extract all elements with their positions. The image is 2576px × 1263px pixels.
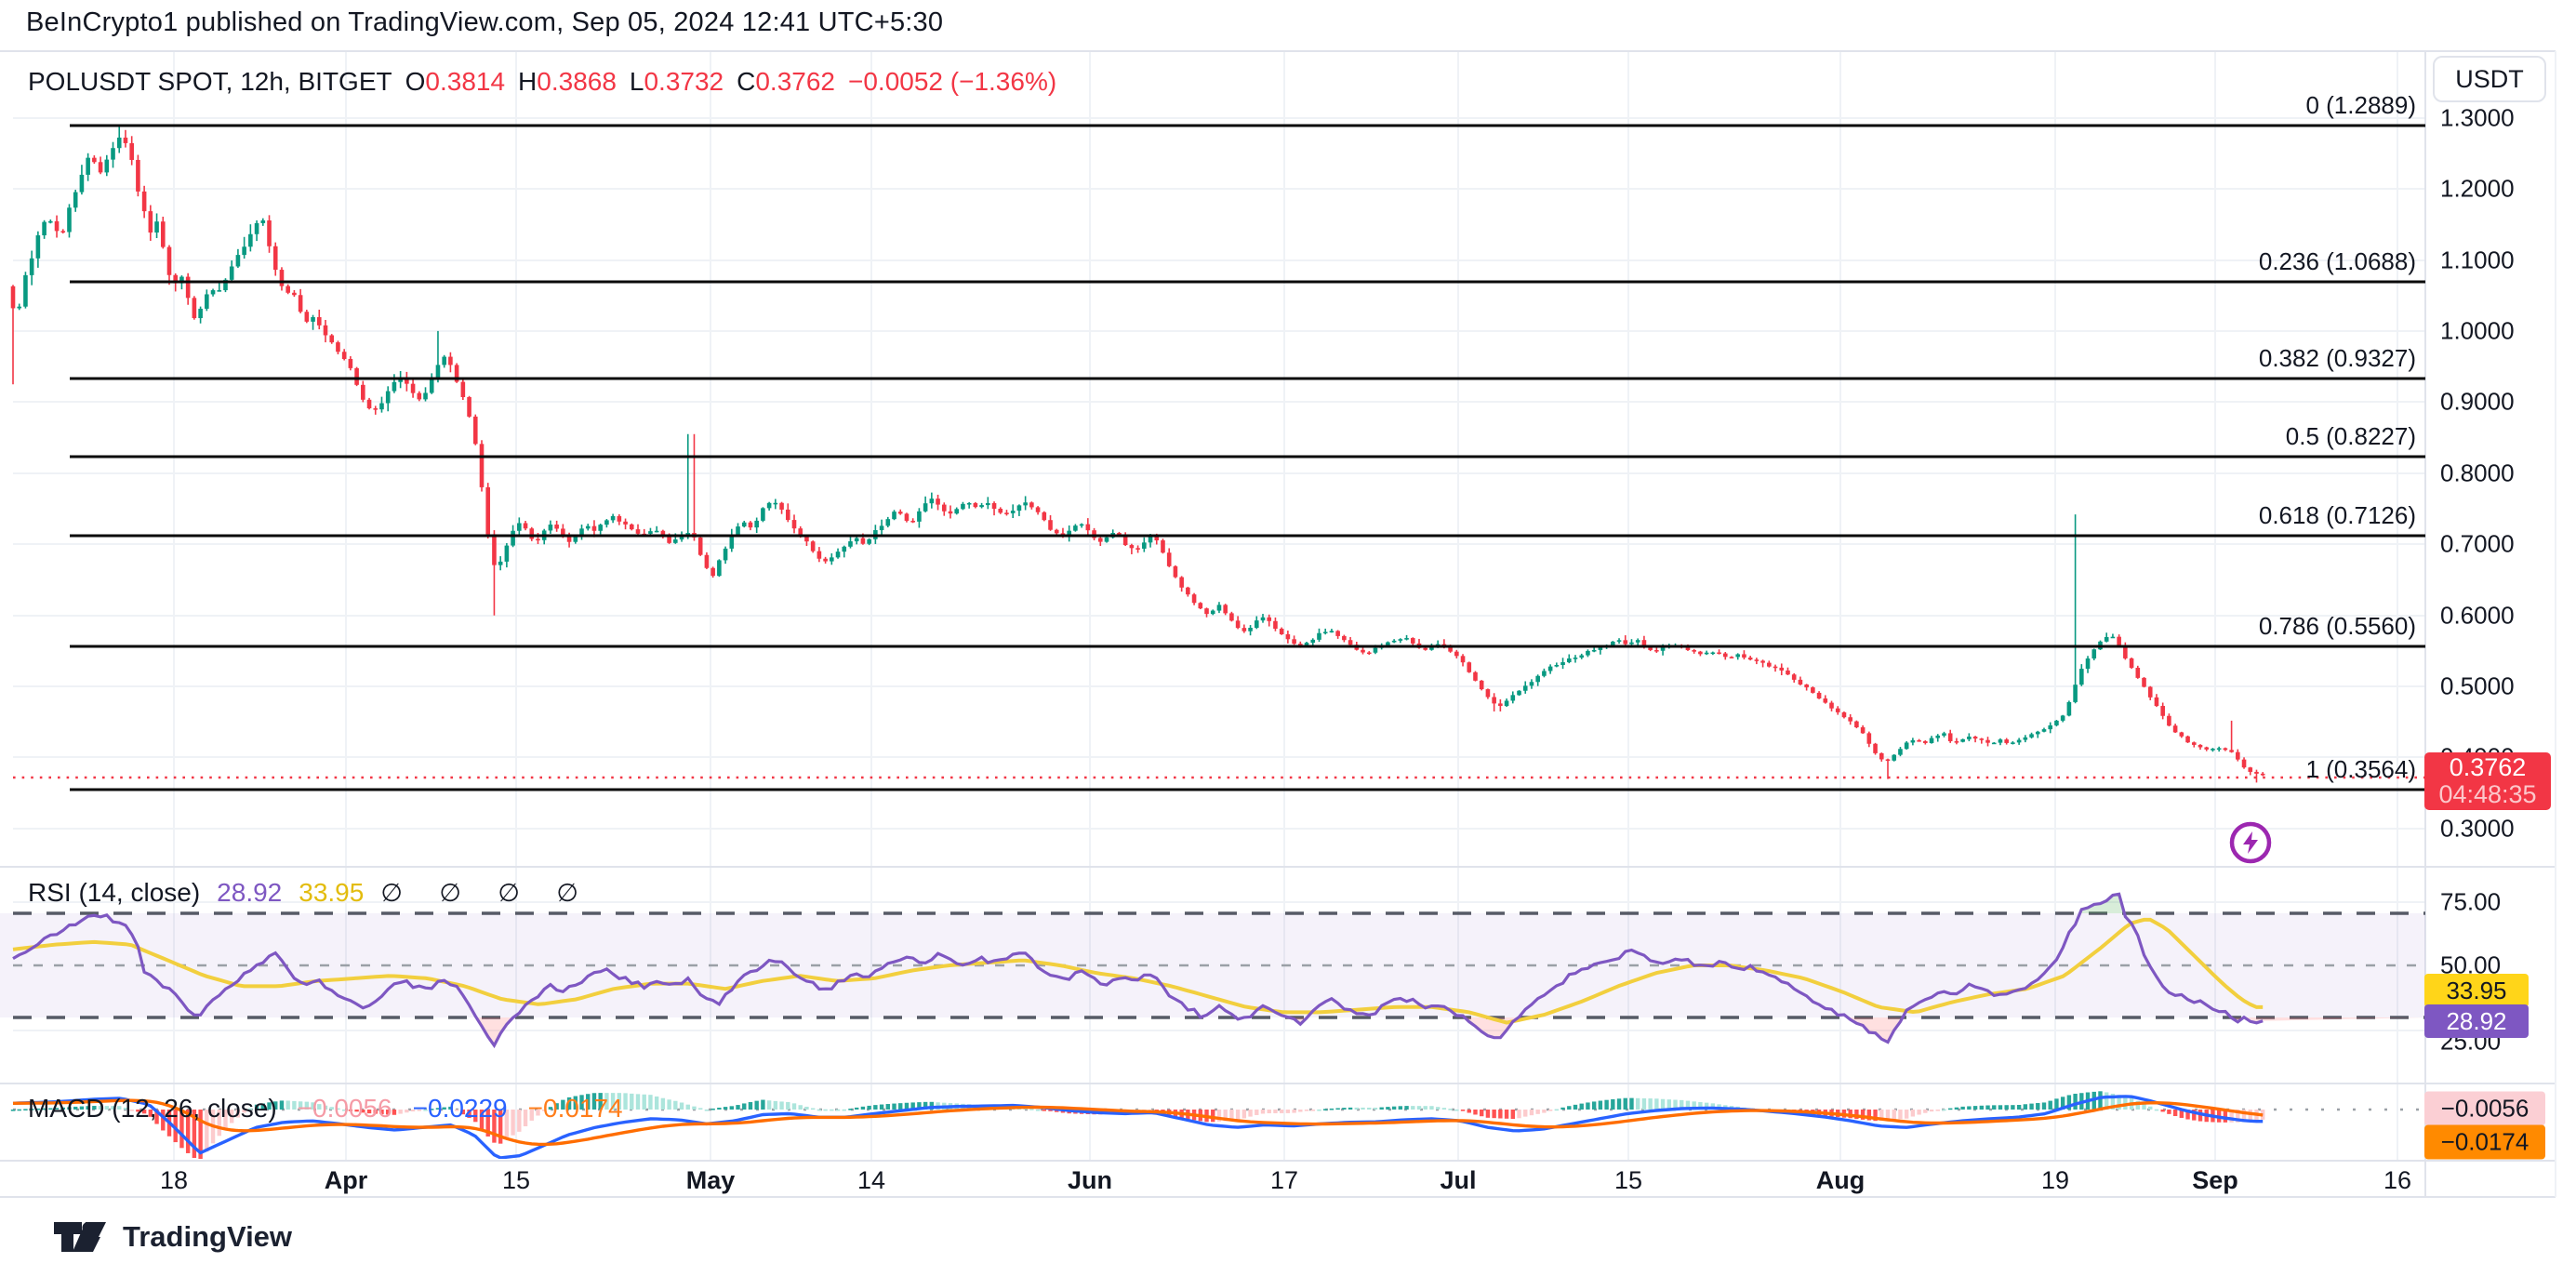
time-tick-label: 15 [1614,1166,1642,1195]
tradingview-logo-text: TradingView [123,1220,292,1254]
symbol-legend[interactable]: POLUSDT SPOT, 12h, BITGET O0.3814 H0.386… [28,67,1056,97]
rsi-ma-badge: 33.95 [2424,974,2529,1007]
time-tick-label: 15 [502,1166,530,1195]
change-value: −0.0052 (−1.36%) [848,67,1056,97]
price-tick-label: 0.3000 [2440,815,2515,844]
time-tick-label: 19 [2041,1166,2069,1195]
price-tick-label: 0.6000 [2440,602,2515,631]
rsi-badge: 28.92 [2424,1004,2529,1038]
open-value: 0.3814 [425,67,505,96]
lightning-icon [2228,820,2273,865]
fib-level-label: 0.382 (0.9327) [2259,344,2416,373]
tradingview-logo[interactable]: TradingView [52,1216,292,1257]
time-tick-label: Sep [2192,1166,2238,1195]
rsi-empty-plots: ∅ ∅ ∅ ∅ [380,879,593,908]
bar-countdown: 04:48:35 [2438,781,2536,808]
time-tick-label: Jul [1440,1166,1476,1195]
high-label: H [518,67,537,96]
macd-signal-value: −0.0174 [528,1094,623,1123]
time-tick-label: 17 [1270,1166,1298,1195]
last-price-badge: 0.3762 04:48:35 [2424,752,2551,810]
price-tick-label: 1.0000 [2440,317,2515,346]
chart-canvas[interactable] [0,0,2576,1263]
low-value: 0.3732 [644,67,724,96]
rsi-ma-value: 33.95 [299,878,364,908]
high-value: 0.3868 [537,67,617,96]
low-label: L [630,67,644,96]
time-tick-label: Jun [1068,1166,1112,1195]
rsi-legend[interactable]: RSI (14, close) 28.92 33.95 ∅ ∅ ∅ ∅ [28,878,593,908]
macd-legend[interactable]: MACD (12, 26, close) −0.0056 −0.0229 −0.… [28,1094,623,1123]
time-tick-label: Apr [325,1166,368,1195]
price-tick-label: 1.2000 [2440,175,2515,204]
fib-level-label: 0.786 (0.5560) [2259,612,2416,641]
price-tick-label: 0.8000 [2440,459,2515,488]
price-tick-label: 0.9000 [2440,388,2515,417]
time-tick-label: 18 [160,1166,188,1195]
macd-hist-value: −0.0056 [298,1094,392,1123]
last-price-value: 0.3762 [2450,754,2527,781]
close-value: 0.3762 [755,67,835,96]
tradingview-logo-icon [52,1216,110,1257]
fib-level-label: 0.236 (1.0688) [2259,247,2416,276]
time-tick-label: May [686,1166,736,1195]
time-tick-label: 14 [857,1166,885,1195]
macd-signal-badge: −0.0174 [2424,1125,2545,1160]
currency-toggle-button[interactable]: USDT [2433,56,2546,102]
macd-hist-badge: −0.0056 [2424,1092,2545,1126]
time-tick-label: 16 [2383,1166,2411,1195]
boost-button[interactable] [2228,820,2273,865]
macd-title[interactable]: MACD (12, 26, close) [28,1094,277,1123]
price-tick-label: 0.7000 [2440,530,2515,559]
price-tick-label: 0.5000 [2440,672,2515,701]
fib-level-label: 1 (0.3564) [2305,755,2416,784]
price-tick-label: 1.3000 [2440,104,2515,133]
attribution-header: BeInCrypto1 published on TradingView.com… [26,7,943,38]
rsi-title[interactable]: RSI (14, close) [28,878,200,908]
time-tick-label: Aug [1816,1166,1865,1195]
rsi-value: 28.92 [217,878,282,908]
symbol-title[interactable]: POLUSDT SPOT, 12h, BITGET [28,67,392,97]
fib-level-label: 0.618 (0.7126) [2259,501,2416,530]
tradingview-chart-page: BeInCrypto1 published on TradingView.com… [0,0,2576,1263]
close-label: C [737,67,755,96]
rsi-scale-label: 75.00 [2440,888,2501,917]
open-label: O [405,67,426,96]
fib-level-label: 0.5 (0.8227) [2286,422,2416,451]
macd-line-value: −0.0229 [413,1094,508,1123]
price-tick-label: 1.1000 [2440,246,2515,275]
fib-level-label: 0 (1.2889) [2305,91,2416,120]
